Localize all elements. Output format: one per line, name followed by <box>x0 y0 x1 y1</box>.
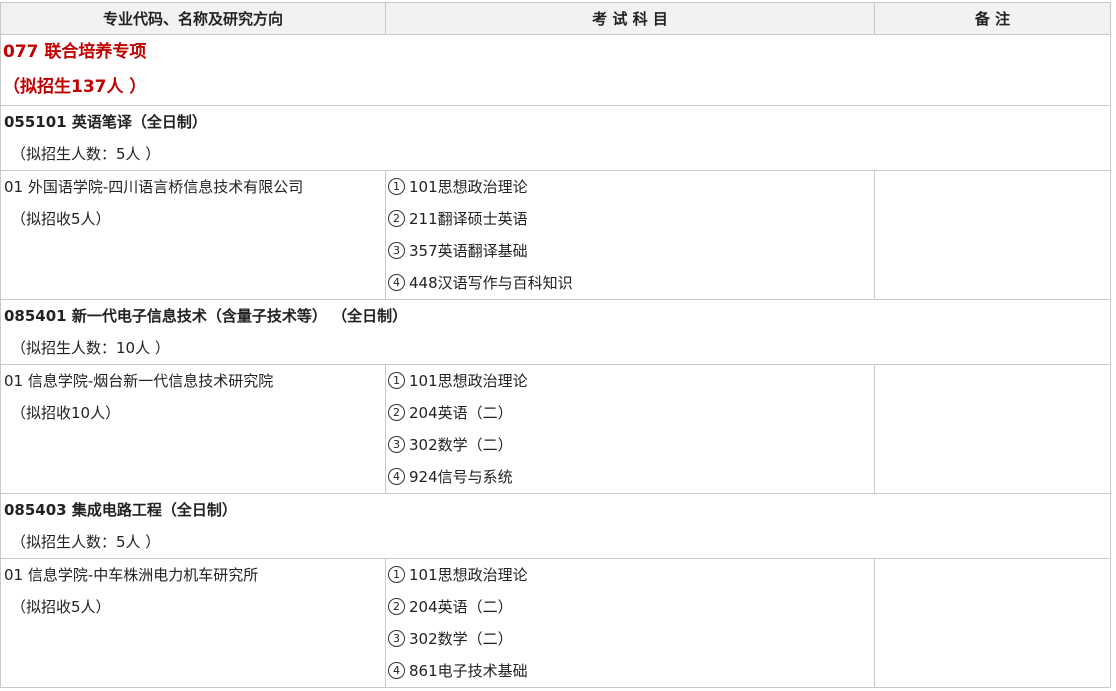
circled-number-icon: 4 <box>388 468 405 485</box>
subjects-cell: 1 101思想政治理论 2 211翻译硕士英语 3 357英语翻译基础 4 448汉语写… <box>385 170 875 300</box>
circled-number-icon: 4 <box>388 662 405 679</box>
circled-number-icon: 3 <box>388 242 405 259</box>
subject-text: 211翻译硕士英语 <box>409 210 528 228</box>
circled-number-icon: 1 <box>388 566 405 583</box>
direction-row: 01 外国语学院-四川语言桥信息技术有限公司 （拟招收5人） 1 101思想政治理… <box>0 170 1111 300</box>
subject-item: 2 211翻译硕士英语 <box>386 203 874 235</box>
header-major: 专业代码、名称及研究方向 <box>0 2 386 35</box>
direction-quota: （拟招收5人） <box>11 598 111 616</box>
subject-text: 101思想政治理论 <box>409 372 528 390</box>
notes-cell <box>874 558 1111 688</box>
subject-item: 1 101思想政治理论 <box>386 559 874 591</box>
subjects-cell: 1 101思想政治理论 2 204英语（二） 3 302数学（二） 4 924信号与系统 <box>385 364 875 494</box>
direction-name: 01 信息学院-烟台新一代信息技术研究院 <box>4 372 274 390</box>
major-quota: （拟招生人数：5人 ） <box>11 145 161 163</box>
exam-table: 专业代码、名称及研究方向 考 试 科 目 备 注 077 联合培养专项 （拟招生… <box>0 2 1111 688</box>
direction-quota: （拟招收10人） <box>11 404 121 422</box>
table-header-row: 专业代码、名称及研究方向 考 试 科 目 备 注 <box>0 2 1111 35</box>
circled-number-icon: 3 <box>388 630 405 647</box>
circled-number-icon: 1 <box>388 372 405 389</box>
header-subjects: 考 试 科 目 <box>385 2 875 35</box>
major-quota: （拟招生人数：10人 ） <box>11 339 170 357</box>
subject-text: 101思想政治理论 <box>409 178 528 196</box>
major-row: 085401 新一代电子信息技术（含量子技术等） （全日制） （拟招生人数：10… <box>0 299 1111 365</box>
circled-number-icon: 4 <box>388 274 405 291</box>
program-row: 077 联合培养专项 （拟招生137人 ） <box>0 34 1111 106</box>
subject-text: 302数学（二） <box>409 436 513 454</box>
subject-item: 2 204英语（二） <box>386 397 874 429</box>
major-row: 055101 英语笔译（全日制） （拟招生人数：5人 ） <box>0 105 1111 171</box>
major-title: 085403 集成电路工程（全日制） <box>4 501 237 519</box>
notes-cell <box>874 170 1111 300</box>
circled-number-icon: 2 <box>388 404 405 421</box>
subject-item: 4 861电子技术基础 <box>386 655 874 687</box>
program-quota: （拟招生137人 ） <box>3 77 147 97</box>
major-row: 085403 集成电路工程（全日制） （拟招生人数：5人 ） <box>0 493 1111 559</box>
subject-text: 204英语（二） <box>409 598 513 616</box>
subject-item: 4 448汉语写作与百科知识 <box>386 267 874 299</box>
program-title: 077 联合培养专项 <box>3 42 147 62</box>
subject-text: 302数学（二） <box>409 630 513 648</box>
subjects-cell: 1 101思想政治理论 2 204英语（二） 3 302数学（二） 4 861电子技术基… <box>385 558 875 688</box>
subject-item: 3 302数学（二） <box>386 429 874 461</box>
subject-text: 448汉语写作与百科知识 <box>409 274 573 292</box>
direction-row: 01 信息学院-烟台新一代信息技术研究院 （拟招收10人） 1 101思想政治理论… <box>0 364 1111 494</box>
direction-name: 01 信息学院-中车株洲电力机车研究所 <box>4 566 259 584</box>
major-quota: （拟招生人数：5人 ） <box>11 533 161 551</box>
subject-item: 1 101思想政治理论 <box>386 171 874 203</box>
subject-text: 924信号与系统 <box>409 468 513 486</box>
subject-text: 204英语（二） <box>409 404 513 422</box>
direction-row: 01 信息学院-中车株洲电力机车研究所 （拟招收5人） 1 101思想政治理论 2… <box>0 558 1111 688</box>
major-title: 085401 新一代电子信息技术（含量子技术等） （全日制） <box>4 307 408 325</box>
subject-item: 3 302数学（二） <box>386 623 874 655</box>
subject-item: 4 924信号与系统 <box>386 461 874 493</box>
header-notes: 备 注 <box>874 2 1111 35</box>
direction-quota: （拟招收5人） <box>11 210 111 228</box>
circled-number-icon: 2 <box>388 210 405 227</box>
notes-cell <box>874 364 1111 494</box>
subject-item: 2 204英语（二） <box>386 591 874 623</box>
circled-number-icon: 3 <box>388 436 405 453</box>
major-title: 055101 英语笔译（全日制） <box>4 113 207 131</box>
subject-item: 1 101思想政治理论 <box>386 365 874 397</box>
circled-number-icon: 1 <box>388 178 405 195</box>
subject-text: 861电子技术基础 <box>409 662 528 680</box>
subject-item: 3 357英语翻译基础 <box>386 235 874 267</box>
subject-text: 357英语翻译基础 <box>409 242 528 260</box>
direction-name: 01 外国语学院-四川语言桥信息技术有限公司 <box>4 178 304 196</box>
circled-number-icon: 2 <box>388 598 405 615</box>
subject-text: 101思想政治理论 <box>409 566 528 584</box>
